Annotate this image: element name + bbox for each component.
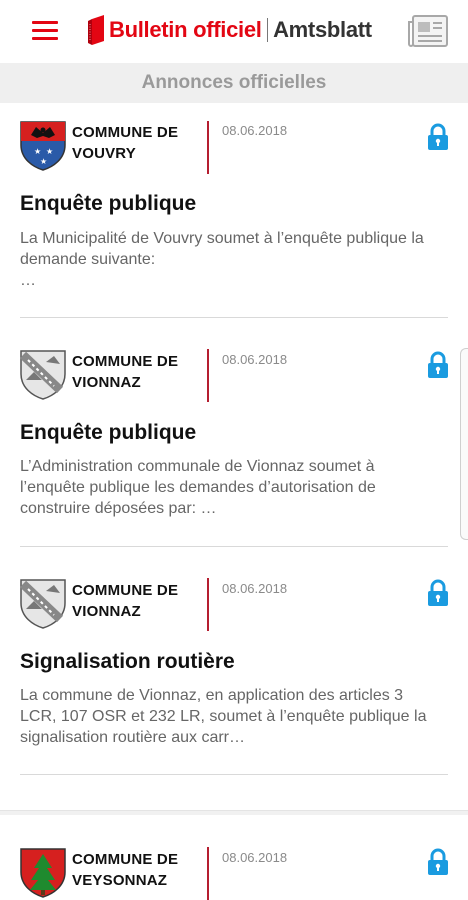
announcement-card[interactable]: ★ ★ ★ COMMUNE DE VOUVRY 08.06.2018 Enquê… <box>0 103 468 318</box>
separator-line <box>207 349 209 402</box>
lock-icon <box>428 579 448 606</box>
section-title: Annonces officielles <box>141 72 327 93</box>
veysonnaz-crest-icon <box>20 848 66 898</box>
announcement-excerpt: L’Administration communale de Vionnaz so… <box>20 458 376 517</box>
announcement-excerpt: La commune de Vionnaz, en application de… <box>20 687 427 746</box>
publication-date: 08.06.2018 <box>222 850 288 865</box>
logo-text-german: Amtsblatt <box>273 17 372 42</box>
commune-name: COMMUNE DE VEYSONNAZ <box>72 849 178 891</box>
separator-line <box>207 121 209 174</box>
app-header: Bulletin officiel Amtsblatt <box>0 0 468 63</box>
commune-label: COMMUNE DE <box>72 353 179 370</box>
vouvry-crest-icon: ★ ★ ★ <box>20 121 66 171</box>
scroll-edge-indicator[interactable] <box>460 348 468 540</box>
app-logo: Bulletin officiel Amtsblatt <box>88 13 372 47</box>
separator-line <box>207 847 209 900</box>
commune-label: COMMUNE DE <box>72 124 179 141</box>
newspaper-icon[interactable] <box>407 14 449 48</box>
logo-text-french: Bulletin officiel <box>109 17 262 42</box>
commune-name: COMMUNE DE VOUVRY <box>72 122 178 164</box>
lock-icon <box>428 123 448 150</box>
announcement-title: Signalisation routière <box>20 650 235 673</box>
announcement-card[interactable]: COMMUNE DE VIONNAZ 08.06.2018 Enquête pu… <box>0 318 468 547</box>
commune-town: VEYSONNAZ <box>72 872 168 889</box>
commune-town: VIONNAZ <box>72 374 141 391</box>
commune-label: COMMUNE DE <box>72 582 179 599</box>
separator-line <box>207 578 209 631</box>
svg-text:★: ★ <box>46 147 53 156</box>
announcement-excerpt: La Municipalité de Vouvry soumet à l’enq… <box>20 230 424 289</box>
svg-text:★: ★ <box>40 157 47 166</box>
announcement-title: Enquête publique <box>20 421 197 444</box>
vionnaz-crest-icon <box>20 350 66 400</box>
logo-separator <box>266 18 269 42</box>
commune-label: COMMUNE DE <box>72 851 179 868</box>
announcement-title: Enquête publique <box>20 192 197 215</box>
publication-date: 08.06.2018 <box>222 581 288 596</box>
logo-mark-icon <box>88 15 104 45</box>
vionnaz-crest-icon <box>20 579 66 629</box>
commune-town: VIONNAZ <box>72 603 141 620</box>
publication-date: 08.06.2018 <box>222 352 288 367</box>
commune-town: VOUVRY <box>72 145 136 162</box>
announcement-card[interactable]: COMMUNE DE VIONNAZ 08.06.2018 Signalisat… <box>0 547 468 775</box>
svg-text:★: ★ <box>34 147 41 156</box>
hamburger-menu-icon[interactable] <box>30 18 60 44</box>
lock-icon <box>428 351 448 378</box>
commune-name: COMMUNE DE VIONNAZ <box>72 580 178 622</box>
publication-date: 08.06.2018 <box>222 123 288 138</box>
commune-name: COMMUNE DE VIONNAZ <box>72 351 178 393</box>
section-header: Annonces officielles <box>0 63 468 103</box>
card-divider <box>20 774 448 775</box>
lock-icon <box>428 848 448 875</box>
announcement-card[interactable]: COMMUNE DE VEYSONNAZ 08.06.2018 <box>0 815 468 900</box>
